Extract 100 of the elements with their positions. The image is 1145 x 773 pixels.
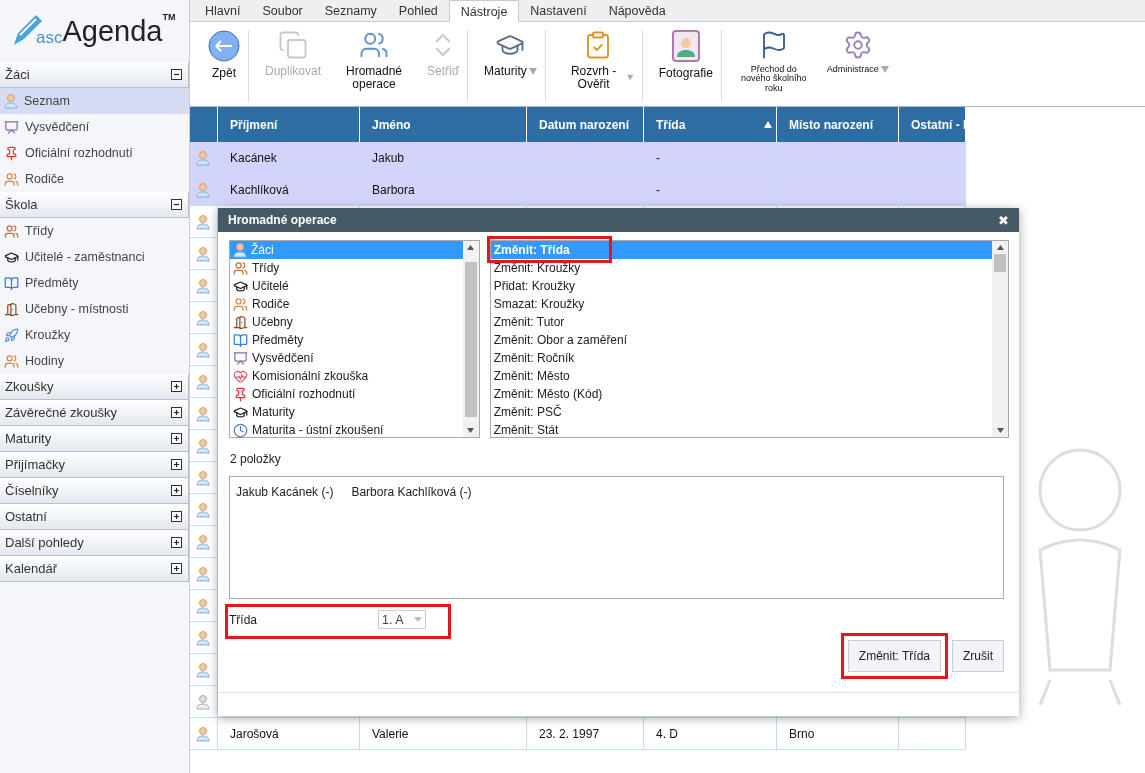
close-button[interactable]: ✖ xyxy=(998,212,1009,228)
sidebar-item[interactable]: Učebny - místnosti xyxy=(0,296,189,322)
sidebar-section-header[interactable]: Zkoušky xyxy=(0,374,189,400)
student-icon xyxy=(196,469,210,486)
sidebar-section-header[interactable]: Maturity xyxy=(0,426,189,452)
menu-tab[interactable]: Nástroje xyxy=(448,0,520,22)
student-icon xyxy=(196,501,210,518)
sidebar-item[interactable]: Učitelé - zaměstnanci xyxy=(0,244,189,270)
table-cell xyxy=(899,718,966,750)
student-icon xyxy=(196,373,210,390)
list-item[interactable]: Změnit: Obor a zaměření xyxy=(490,331,992,349)
list-item[interactable]: Změnit: Město (Kód) xyxy=(490,385,992,403)
list-item[interactable]: Smazat: Kroužky xyxy=(490,295,992,313)
people-icon xyxy=(4,223,19,239)
list-item[interactable]: Předměty xyxy=(230,331,463,349)
menu-tab[interactable]: Seznamy xyxy=(313,0,388,21)
sidebar-section-header[interactable]: Závěrečné zkoušky xyxy=(0,400,189,426)
student-icon xyxy=(196,693,210,710)
scroll-up-arrow-icon[interactable] xyxy=(996,245,1004,250)
list-item[interactable]: Změnit: Ročník xyxy=(490,349,992,367)
sidebar-item[interactable]: Kroužky xyxy=(0,322,189,348)
student-icon xyxy=(196,181,210,198)
menu-tab[interactable]: Pohled xyxy=(387,0,449,21)
cancel-button[interactable]: Zrušit xyxy=(952,640,1004,672)
list-item[interactable]: Maturity xyxy=(230,403,463,421)
menu-tab[interactable]: Nápověda xyxy=(597,0,677,21)
expand-icon[interactable] xyxy=(171,537,182,548)
list-item[interactable]: Rodiče xyxy=(230,295,463,313)
certificate-icon xyxy=(4,119,19,135)
list-item[interactable]: Přidat: Kroužky xyxy=(490,277,992,295)
scroll-up-arrow-icon[interactable] xyxy=(467,245,475,250)
list-item[interactable]: Změnit: Stát xyxy=(490,421,992,439)
sidebar-item[interactable]: Hodiny xyxy=(0,348,189,374)
graduation-cap-icon xyxy=(233,404,248,420)
list-item[interactable]: Změnit: PSČ xyxy=(490,403,992,421)
scroll-down-arrow-icon[interactable] xyxy=(467,428,475,433)
sidebar-item[interactable]: Třídy xyxy=(0,218,189,244)
list-item[interactable]: Maturita - ústní zkoušení xyxy=(230,421,463,439)
sidebar-section-header[interactable]: Kalendář xyxy=(0,556,189,582)
toolbar-button[interactable]: Přechod do nového školního roku xyxy=(729,30,819,102)
table-cell: Kacánek xyxy=(218,142,360,174)
menu-tab[interactable]: Nastavení xyxy=(519,0,598,21)
column-header[interactable]: Jméno xyxy=(360,107,527,142)
sidebar-section-header[interactable]: Další pohledy xyxy=(0,530,189,556)
sidebar-item[interactable]: Vysvědčení xyxy=(0,114,189,140)
scrollbar-thumb[interactable] xyxy=(994,254,1006,272)
student-icon xyxy=(196,629,210,646)
list-item[interactable]: Učebny xyxy=(230,313,463,331)
toolbar-button[interactable]: Maturity xyxy=(476,30,546,102)
category-list[interactable]: Žáci Třídy Učitelé Rodiče Učebny Předměty Vysvědčení Komisionální zkouška Oficiální rozhodnutí Maturity Maturita - ústní zkoušení xyxy=(229,240,480,438)
list-item[interactable]: Komisionální zkouška xyxy=(230,367,463,385)
toolbar-button[interactable]: Rozvrh - Ověřit xyxy=(553,30,643,102)
expand-icon[interactable] xyxy=(171,563,182,574)
list-item[interactable]: Změnit: Tutor xyxy=(490,313,992,331)
column-header[interactable]: Datum narození xyxy=(527,107,644,142)
sidebar-item[interactable]: Oficiální rozhodnutí xyxy=(0,140,189,166)
toolbar-button[interactable]: Hromadné operace xyxy=(330,30,420,102)
column-header[interactable]: Třída xyxy=(644,107,777,142)
sidebar-section-header[interactable]: Číselníky xyxy=(0,478,189,504)
toolbar-button[interactable]: Zpět xyxy=(200,30,249,102)
expand-icon[interactable] xyxy=(171,459,182,470)
expand-icon[interactable] xyxy=(171,485,182,496)
scrollbar[interactable] xyxy=(992,241,1008,437)
column-header[interactable]: Příjmení xyxy=(218,107,360,142)
student-icon xyxy=(196,533,210,550)
column-header[interactable]: Místo narození xyxy=(777,107,899,142)
sidebar-section-header[interactable]: Přijímačky xyxy=(0,452,189,478)
scrollbar-thumb[interactable] xyxy=(464,261,477,417)
expand-icon[interactable] xyxy=(171,433,182,444)
toolbar-button[interactable]: Fotografie xyxy=(650,30,722,102)
expand-icon[interactable] xyxy=(171,407,182,418)
table-cell: - xyxy=(644,174,777,206)
list-item[interactable]: Vysvědčení xyxy=(230,349,463,367)
expand-icon[interactable] xyxy=(171,511,182,522)
apply-button[interactable]: Změnit: Třída xyxy=(847,640,941,672)
student-icon xyxy=(196,213,210,230)
sidebar-section-header[interactable]: Žáci xyxy=(0,62,189,88)
dropdown-caret-icon xyxy=(627,74,634,82)
pin-icon xyxy=(233,386,248,402)
scroll-down-arrow-icon[interactable] xyxy=(996,428,1004,433)
list-item[interactable]: Změnit: Město xyxy=(490,367,992,385)
sidebar-section-header[interactable]: Ostatní xyxy=(0,504,189,530)
toolbar-button[interactable]: Administrace xyxy=(818,30,898,102)
sidebar-item[interactable]: Předměty xyxy=(0,270,189,296)
collapse-icon[interactable] xyxy=(171,199,182,210)
portrait-frame-icon xyxy=(671,30,700,62)
list-item[interactable]: Oficiální rozhodnutí xyxy=(230,385,463,403)
expand-icon[interactable] xyxy=(171,381,182,392)
class-select[interactable]: 1. A xyxy=(378,610,426,629)
sidebar-item[interactable]: Rodiče xyxy=(0,166,189,192)
sidebar-section-header[interactable]: Škola xyxy=(0,192,189,218)
column-header[interactable]: Ostatní - I xyxy=(899,107,966,142)
list-item[interactable]: Učitelé xyxy=(230,277,463,295)
list-item[interactable]: Změnit: Kroužky xyxy=(490,259,992,277)
collapse-icon[interactable] xyxy=(171,69,182,80)
menu-tab[interactable]: Soubor xyxy=(251,0,314,21)
sidebar-item[interactable]: Seznam xyxy=(0,88,189,114)
menu-tab[interactable]: Hlavní xyxy=(194,0,252,21)
scrollbar[interactable] xyxy=(462,241,479,437)
list-item[interactable]: Třídy xyxy=(230,259,463,277)
